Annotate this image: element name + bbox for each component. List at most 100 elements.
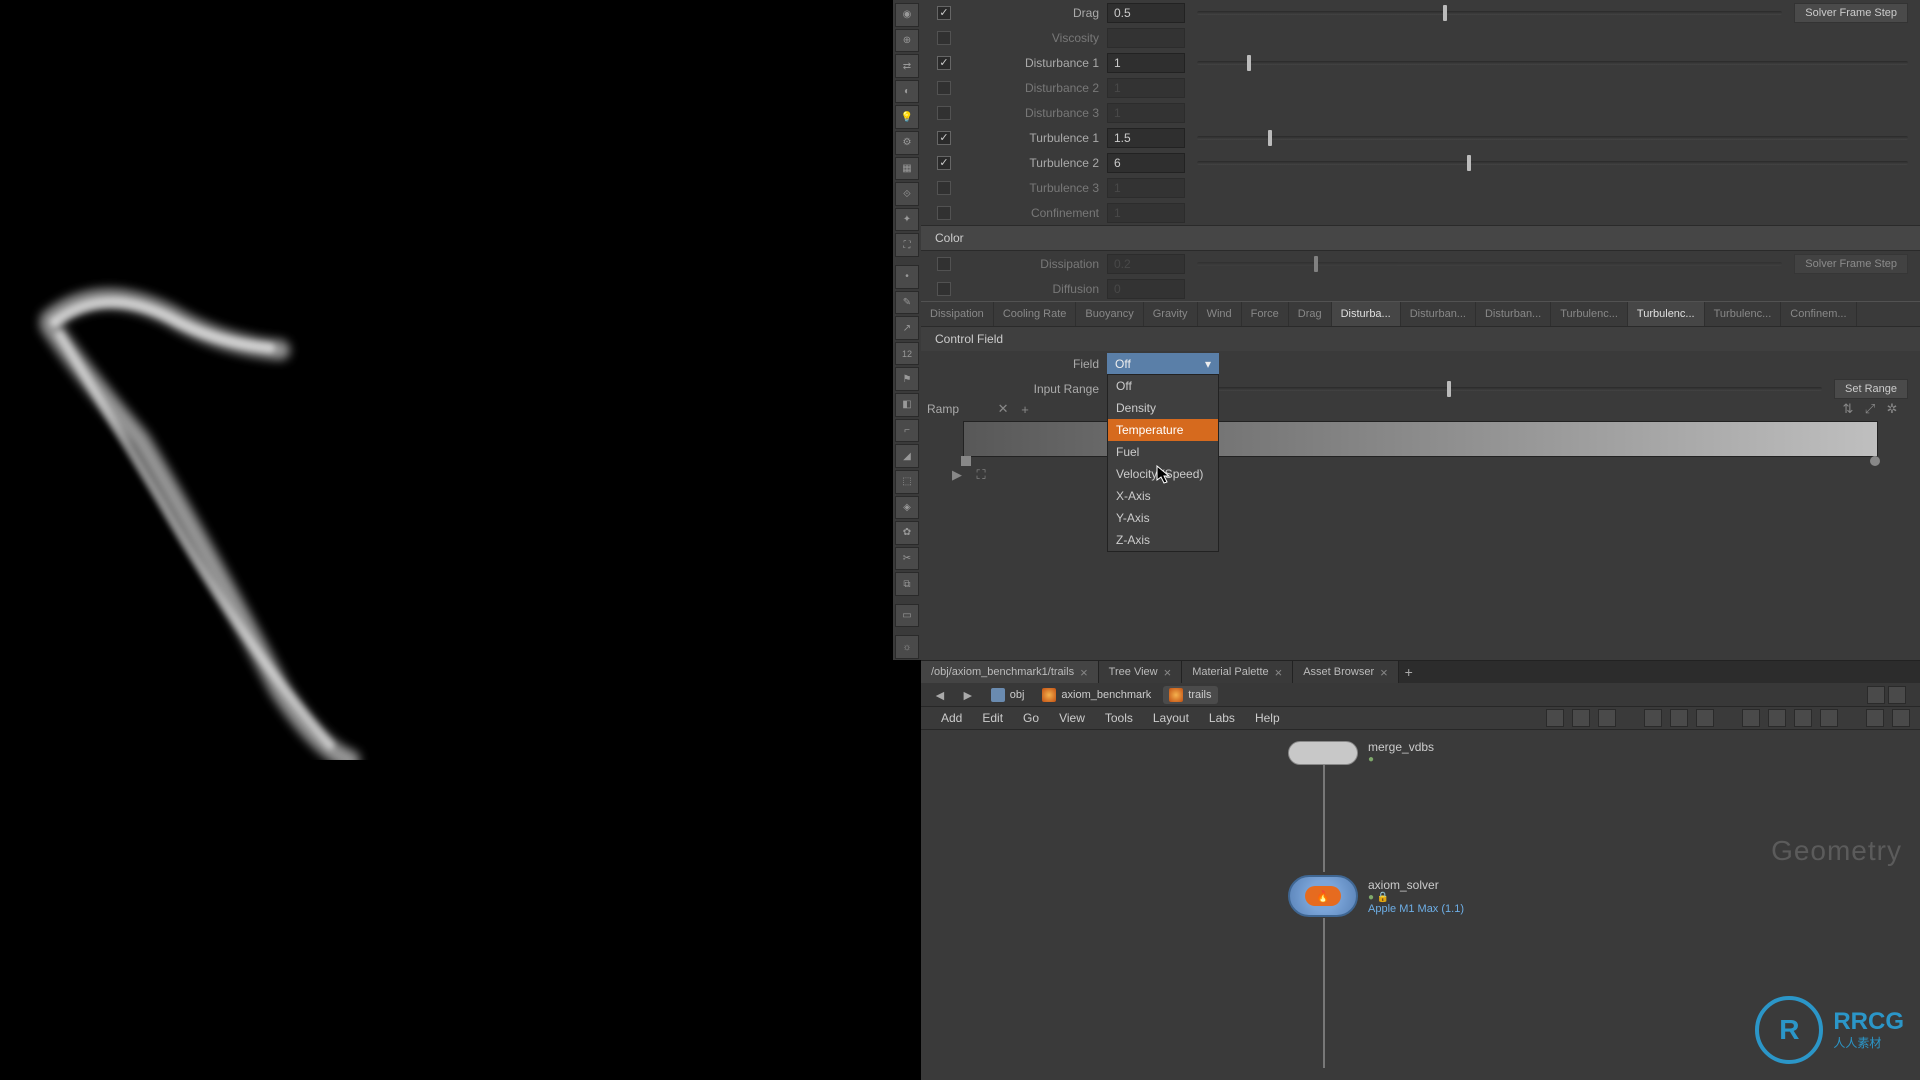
close-icon[interactable]: × [1275, 665, 1283, 680]
value-input[interactable] [1107, 53, 1185, 73]
ramp-action-icon[interactable]: ⤢ [1862, 401, 1878, 417]
tab[interactable]: Turbulenc... [1628, 302, 1705, 326]
tool-icon[interactable]: ◉ [895, 3, 919, 27]
ramp-handle[interactable] [1870, 456, 1880, 466]
light-icon[interactable]: 💡 [895, 105, 919, 129]
value-input[interactable] [1107, 103, 1185, 123]
tool-icon[interactable]: ☼ [895, 635, 919, 659]
tool-icon[interactable]: ✿ [895, 521, 919, 545]
tool-icon[interactable] [1768, 709, 1786, 727]
close-icon[interactable]: × [1380, 665, 1388, 680]
menu-tools[interactable]: Tools [1095, 711, 1143, 725]
menu-labs[interactable]: Labs [1199, 711, 1245, 725]
tab[interactable]: Confinem... [1781, 302, 1856, 326]
menu-edit[interactable]: Edit [972, 711, 1013, 725]
menu-add[interactable]: Add [931, 711, 972, 725]
field-dropdown[interactable]: Off ▾ Off Density Temperature Fuel Veloc… [1107, 353, 1219, 374]
tool-icon[interactable]: • [895, 265, 919, 289]
tool-icon[interactable]: ▭ [895, 604, 919, 628]
ramp-action-icon[interactable]: ⇅ [1840, 401, 1856, 417]
checkbox[interactable] [937, 6, 951, 20]
slider[interactable] [1197, 136, 1908, 140]
tool-icon[interactable]: ◢ [895, 444, 919, 468]
tool-icon[interactable]: ⚑ [895, 367, 919, 391]
checkbox[interactable] [937, 56, 951, 70]
solver-step-button[interactable]: Solver Frame Step [1794, 3, 1908, 23]
close-icon[interactable]: × [1080, 665, 1088, 680]
tab[interactable]: Wind [1198, 302, 1242, 326]
tool-icon[interactable] [1892, 709, 1910, 727]
back-arrow-icon[interactable]: ◄ [929, 687, 951, 703]
ramp-editor[interactable] [963, 421, 1878, 457]
tab[interactable]: Turbulenc... [1551, 302, 1628, 326]
tab[interactable]: Buoyancy [1076, 302, 1143, 326]
expand-icon[interactable]: ⛶ [973, 467, 989, 483]
pencil-icon[interactable]: ✎ [895, 291, 919, 315]
tab[interactable]: Drag [1289, 302, 1332, 326]
dropdown-item[interactable]: Off [1108, 375, 1218, 397]
value-input[interactable] [1107, 153, 1185, 173]
tool-icon[interactable]: ✂ [895, 547, 919, 571]
tool-icon[interactable] [1572, 709, 1590, 727]
play-icon[interactable]: ▶ [949, 467, 965, 483]
viewport-3d[interactable] [0, 0, 890, 660]
tab[interactable]: Gravity [1144, 302, 1198, 326]
tool-icon[interactable] [1742, 709, 1760, 727]
panel-tab[interactable]: Tree View × [1099, 661, 1183, 683]
solver-step-button[interactable]: Solver Frame Step [1794, 254, 1908, 274]
tool-icon[interactable]: ◐ [895, 80, 919, 104]
menu-help[interactable]: Help [1245, 711, 1290, 725]
tool-icon[interactable] [1670, 709, 1688, 727]
checkbox[interactable] [937, 156, 951, 170]
tool-icon[interactable]: ⚙ [895, 131, 919, 155]
slider[interactable] [1197, 61, 1908, 65]
checkbox[interactable] [937, 282, 951, 296]
tab[interactable]: Disturba... [1332, 302, 1401, 326]
add-tab-button[interactable]: + [1399, 664, 1419, 680]
dropdown-selected[interactable]: Off ▾ [1107, 353, 1219, 374]
tool-icon[interactable]: ▦ [895, 157, 919, 181]
checkbox[interactable] [937, 257, 951, 271]
dropdown-item[interactable]: Temperature [1108, 419, 1218, 441]
panel-tab[interactable]: Material Palette × [1182, 661, 1293, 683]
panel-tab[interactable]: Asset Browser × [1293, 661, 1399, 683]
checkbox[interactable] [937, 206, 951, 220]
value-input[interactable] [1107, 254, 1185, 274]
value-input[interactable] [1107, 178, 1185, 198]
value-input[interactable] [1107, 128, 1185, 148]
dropdown-item[interactable]: Y-Axis [1108, 507, 1218, 529]
tool-icon[interactable]: ⊕ [895, 29, 919, 53]
set-range-button[interactable]: Set Range [1834, 379, 1908, 399]
tab[interactable]: Turbulenc... [1705, 302, 1782, 326]
dropdown-item[interactable]: Density [1108, 397, 1218, 419]
tool-icon[interactable]: ⛶ [895, 233, 919, 257]
dropdown-item[interactable]: X-Axis [1108, 485, 1218, 507]
tab[interactable]: Force [1242, 302, 1289, 326]
tool-icon[interactable] [1546, 709, 1564, 727]
value-input[interactable] [1107, 279, 1185, 299]
tool-icon[interactable]: ↗ [895, 316, 919, 340]
checkbox[interactable] [937, 106, 951, 120]
path-segment[interactable]: obj [985, 686, 1031, 704]
tool-icon[interactable]: ⬚ [895, 470, 919, 494]
node-merge-vdbs[interactable]: merge_vdbs ● [1288, 740, 1434, 765]
tool-icon[interactable] [1598, 709, 1616, 727]
tool-icon[interactable] [1794, 709, 1812, 727]
close-icon[interactable]: ✕ [995, 401, 1011, 417]
tool-icon[interactable]: ⌐ [895, 419, 919, 443]
value-input[interactable] [1107, 203, 1185, 223]
tool-icon[interactable]: ⧉ [895, 572, 919, 596]
tool-icon[interactable]: ◧ [895, 393, 919, 417]
checkbox[interactable] [937, 81, 951, 95]
tool-icon[interactable] [1644, 709, 1662, 727]
add-icon[interactable]: + [1017, 401, 1033, 417]
tool-icon[interactable]: ◈ [895, 496, 919, 520]
tab[interactable]: Cooling Rate [994, 302, 1077, 326]
checkbox[interactable] [937, 31, 951, 45]
search-icon[interactable] [1866, 709, 1884, 727]
tool-icon[interactable] [1888, 686, 1906, 704]
tool-icon[interactable]: ⟐ [895, 182, 919, 206]
tool-icon[interactable]: ⇄ [895, 54, 919, 78]
section-color[interactable]: Color [921, 225, 1920, 251]
gear-icon[interactable]: ✲ [1884, 401, 1900, 417]
